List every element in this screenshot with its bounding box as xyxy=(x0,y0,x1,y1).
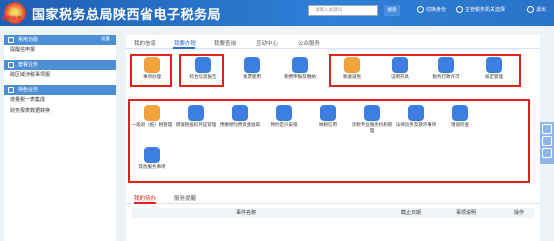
todo-tabs: 我的待办 服务提醒 xyxy=(126,191,540,204)
building-icon xyxy=(456,6,463,13)
star-icon xyxy=(8,87,14,93)
main-panel: 我的信息 我要办税 我要查询 互动中心 公众服务 事项办理 综合信息报告 发票使… xyxy=(126,35,540,241)
site-title: 国家税务总局陕西省电子税务局 xyxy=(32,8,222,23)
column-header: 事件名称 xyxy=(236,210,257,216)
user-icon xyxy=(417,6,424,13)
tab-my-info[interactable]: 我的信息 xyxy=(134,39,156,47)
sidebar-item[interactable]: 提醒信申报 xyxy=(4,45,116,56)
highlight-box xyxy=(329,54,521,87)
sidebar: 常用功能 设置 提醒信申报 套餐业务 跨区域涉税事项报 特色业务 增量税一表集成 … xyxy=(4,35,116,241)
cube-icon xyxy=(292,57,308,73)
switch-identity-link[interactable]: 切换身份 xyxy=(417,6,446,13)
highlight-box xyxy=(179,54,224,87)
sidebar-section-common[interactable]: 常用功能 设置 xyxy=(4,35,116,45)
active-tab-indicator xyxy=(173,47,195,49)
logout-link[interactable]: 退出 xyxy=(527,6,546,13)
tool-icon[interactable] xyxy=(542,124,552,134)
settings-link[interactable]: 设置 xyxy=(101,35,110,45)
power-icon xyxy=(527,6,534,13)
tile-invoice[interactable]: 发票使用 xyxy=(232,55,272,89)
tab-do-tax[interactable]: 我要办税 xyxy=(174,39,196,47)
tool-icon[interactable] xyxy=(542,136,552,146)
main-tabs: 我的信息 我要办税 我要查询 互动中心 公众服务 xyxy=(126,35,540,49)
sidebar-item[interactable]: 跨区域涉税事项报 xyxy=(4,70,116,81)
search-input[interactable]: 请输入关键词 xyxy=(308,5,378,16)
header-bar: 陕西税务 国家税务总局陕西省电子税务局 请输入关键词 搜索 切换身份 主管税务机… xyxy=(0,0,554,26)
emblem-text: 陕西税务 xyxy=(2,16,23,22)
sidebar-item[interactable]: 增量税一表集成 xyxy=(4,95,116,106)
sidebar-section-package[interactable]: 套餐业务 xyxy=(4,60,116,70)
tab-my-todo[interactable]: 我的待办 xyxy=(134,194,156,202)
sidebar-item[interactable]: 财务报表数据转换 xyxy=(4,106,116,117)
highlight-box xyxy=(128,99,530,183)
tab-service-reminder[interactable]: 服务提醒 xyxy=(174,194,196,202)
tab-interaction[interactable]: 互动中心 xyxy=(256,39,278,47)
tax-office-link[interactable]: 主管税务机关选择 xyxy=(456,6,505,13)
tab-query[interactable]: 我要查询 xyxy=(214,39,236,47)
sidebar-section-special[interactable]: 特色业务 xyxy=(4,85,116,95)
search-button[interactable]: 搜索 xyxy=(384,5,400,16)
grid-icon xyxy=(8,37,14,43)
package-icon xyxy=(8,62,14,68)
column-header: 事项说明 xyxy=(456,210,477,216)
column-header: 操作 xyxy=(514,210,525,216)
tile-tax-declaration[interactable]: 税费申报及缴纳 xyxy=(280,55,320,89)
invoice-icon xyxy=(244,57,260,73)
column-header: 截止日期 xyxy=(401,210,422,216)
floating-toolbar xyxy=(540,122,554,164)
highlight-box xyxy=(130,54,172,87)
todo-table-header: 事件名称 截止日期 事项说明 操作 xyxy=(132,208,534,218)
active-tab-indicator xyxy=(134,202,156,204)
tool-icon[interactable] xyxy=(542,148,552,158)
tab-public-service[interactable]: 公众服务 xyxy=(298,39,320,47)
